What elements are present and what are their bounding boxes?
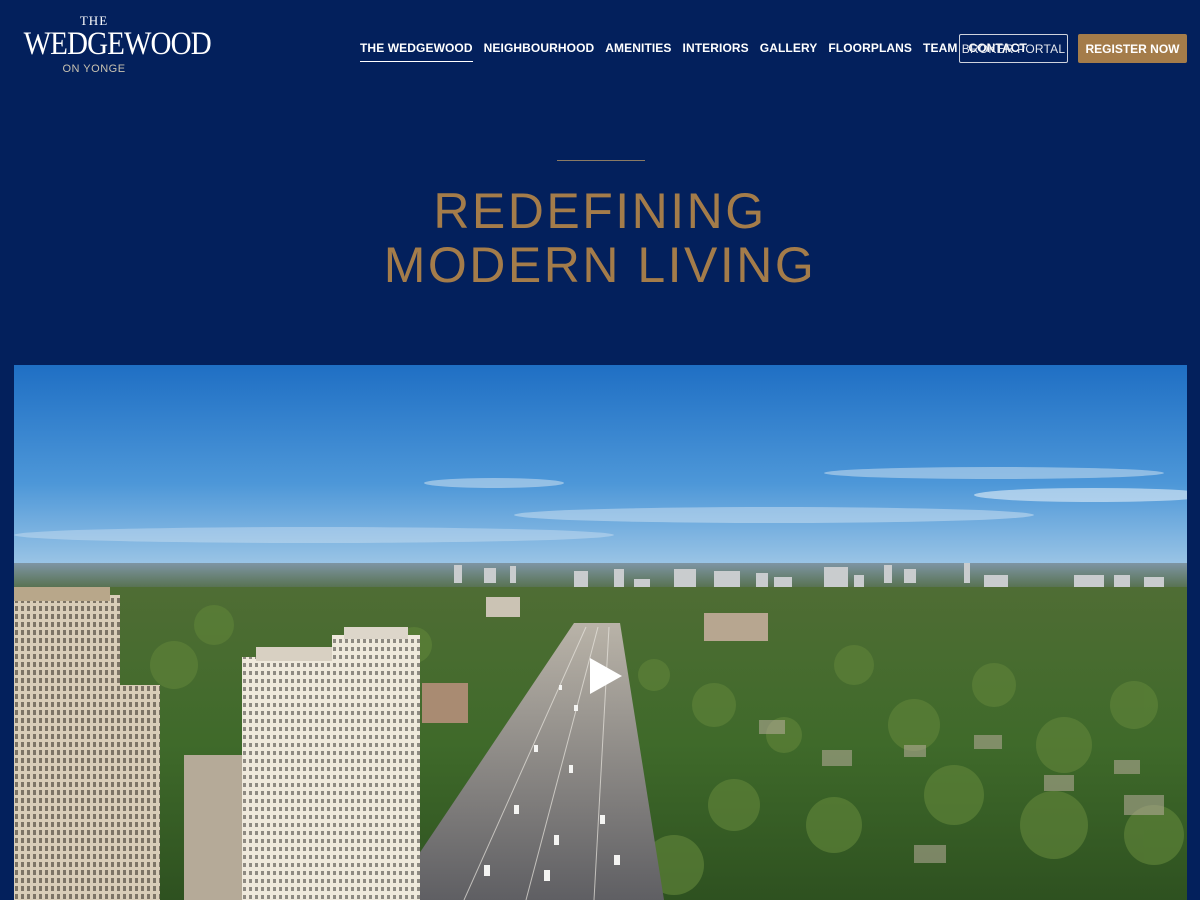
logo-sub-text: ON YONGE	[62, 63, 126, 75]
nav-item-team[interactable]: TEAM	[923, 41, 957, 62]
nav-item-interiors[interactable]: INTERIORS	[683, 41, 749, 62]
nav-item-neighbourhood[interactable]: NEIGHBOURHOOD	[484, 41, 595, 62]
site-logo[interactable]: THE WEDGEWOOD ON YONGE	[14, 14, 212, 76]
play-icon[interactable]	[588, 656, 624, 696]
register-now-button[interactable]: REGISTER NOW	[1078, 34, 1187, 63]
logo-main-text: WEDGEWOOD	[23, 26, 212, 62]
nav-item-floorplans[interactable]: FLOORPLANS	[828, 41, 912, 62]
nav-item-amenities[interactable]: AMENITIES	[605, 41, 671, 62]
hero-title-line-2: MODERN LIVING	[383, 237, 817, 293]
hero-title: REDEFINING MODERN LIVING	[0, 184, 1200, 292]
hero-title-line-1: REDEFINING	[433, 183, 767, 239]
aerial-city-image	[14, 365, 1187, 900]
broker-portal-button[interactable]: BROKER PORTAL	[959, 34, 1068, 63]
main-nav: THE WEDGEWOOD NEIGHBOURHOOD AMENITIES IN…	[360, 41, 1038, 62]
hero-divider	[557, 160, 645, 161]
hero-video[interactable]	[14, 365, 1187, 900]
nav-item-gallery[interactable]: GALLERY	[760, 41, 818, 62]
nav-item-the-wedgewood[interactable]: THE WEDGEWOOD	[360, 41, 473, 62]
